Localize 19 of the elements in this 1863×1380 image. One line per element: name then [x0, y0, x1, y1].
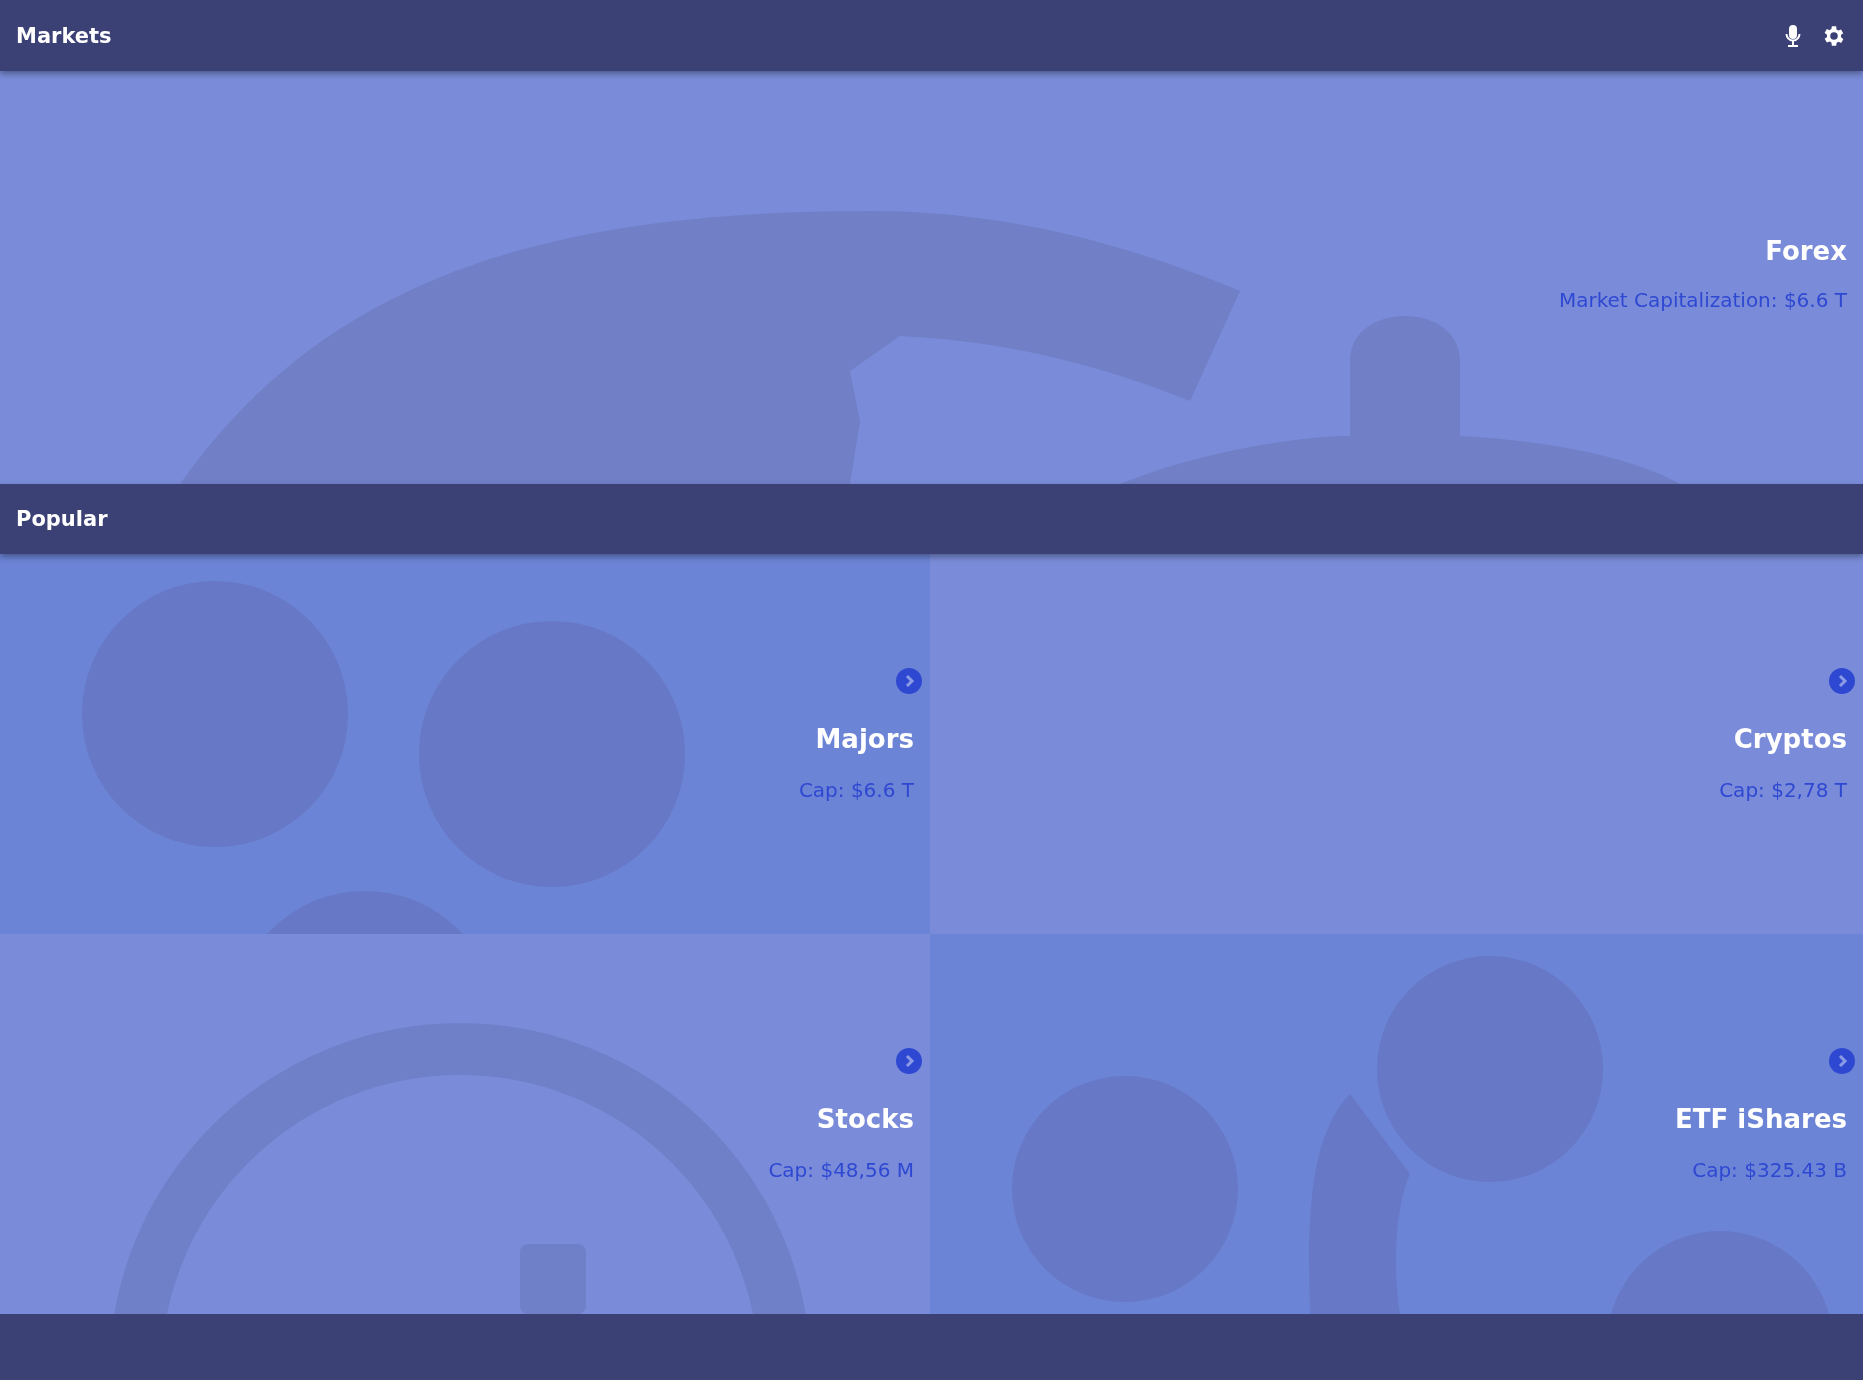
market-tile[interactable]: Majors Cap: $6.6 T: [0, 554, 930, 934]
tile-subtitle: Cap: $6.6 T: [798, 778, 914, 802]
tile-title: Cryptos: [1733, 724, 1847, 754]
chevron-right-icon[interactable]: [896, 668, 922, 694]
chevron-right-icon[interactable]: [1829, 1048, 1855, 1074]
page-title: Markets: [16, 23, 112, 48]
tile-subtitle: Cap: $325.43 B: [1692, 1158, 1847, 1182]
microphone-icon[interactable]: [1785, 23, 1801, 48]
tile-title: Stocks: [816, 1104, 914, 1134]
tile-title: Majors: [815, 724, 914, 754]
banner-subtitle: Market Capitalization: $6.6 T: [1558, 288, 1847, 312]
market-tile[interactable]: ETF iShares Cap: $325.43 B: [930, 934, 1863, 1314]
section-title: Popular: [16, 507, 108, 531]
chevron-right-icon[interactable]: [1829, 668, 1855, 694]
tile-subtitle: Cap: $2,78 T: [1719, 778, 1847, 802]
tile-subtitle: Cap: $48,56 M: [768, 1158, 914, 1182]
banner-title: Forex: [1765, 236, 1847, 266]
chevron-right-icon[interactable]: [896, 1048, 922, 1074]
tile-title: ETF iShares: [1675, 1104, 1847, 1134]
